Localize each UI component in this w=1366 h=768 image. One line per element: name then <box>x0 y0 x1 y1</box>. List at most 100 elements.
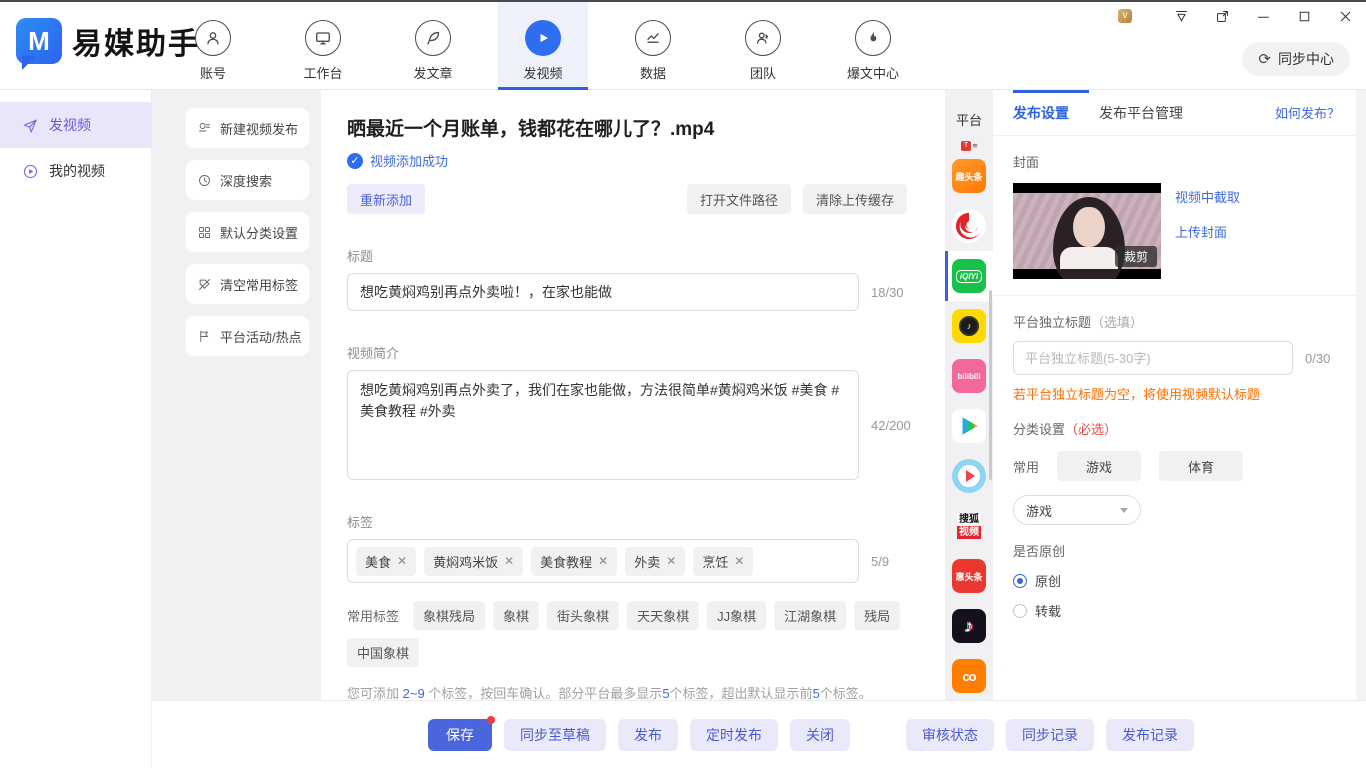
close-button[interactable]: 关闭 <box>790 719 850 751</box>
status-text: 视频添加成功 <box>370 151 448 170</box>
huitoutiao-icon: 惠头条 <box>952 559 986 593</box>
common-tag[interactable]: 天天象棋 <box>627 601 699 630</box>
sidebar-item-publish-video[interactable]: 发视频 <box>0 102 151 148</box>
tool-button-label: 清空常用标签 <box>220 275 298 294</box>
publish-button[interactable]: 发布 <box>618 719 678 751</box>
tags-count: 5/9 <box>871 554 889 569</box>
kuaishou-icon: co <box>952 659 986 693</box>
tab-publish-settings[interactable]: 发布设置 <box>1013 103 1069 123</box>
nav-item-account[interactable]: 账号 <box>168 2 258 90</box>
platform-rail: 平台 T≋ 趣头条 iQIYI ♪ bilibili <box>945 90 993 700</box>
maximize-icon[interactable] <box>1296 8 1313 25</box>
clear-upload-cache-button[interactable]: 清除上传缓存 <box>803 184 907 214</box>
default-category-button[interactable]: 默认分类设置 <box>186 212 309 252</box>
nav-label: 数据 <box>640 63 666 82</box>
common-tag[interactable]: 街头象棋 <box>547 601 619 630</box>
common-tag[interactable]: 中国象棋 <box>347 638 419 667</box>
review-status-button[interactable]: 审核状态 <box>906 719 994 751</box>
upload-cover-link[interactable]: 上传封面 <box>1175 222 1240 241</box>
sync-center-label: 同步中心 <box>1278 49 1334 69</box>
close-icon[interactable] <box>1337 8 1354 25</box>
common-tag[interactable]: 象棋 <box>493 601 539 630</box>
remove-tag-icon[interactable]: ✕ <box>734 554 744 568</box>
sync-records-button[interactable]: 同步记录 <box>1006 719 1094 751</box>
cover-thumbnail[interactable]: 裁剪 <box>1013 183 1161 279</box>
sync-to-draft-button[interactable]: 同步至草稿 <box>504 719 606 751</box>
platform-rail-scrollbar[interactable] <box>989 290 992 480</box>
toutiao-logo-icon[interactable]: T≋ <box>961 141 977 151</box>
sync-center-button[interactable]: ⟳ 同步中心 <box>1242 42 1350 76</box>
divider <box>993 295 1356 296</box>
nav-item-publish-video[interactable]: 发视频 <box>498 2 588 90</box>
platform-iqiyi[interactable]: iQIYI <box>945 251 993 301</box>
description-count: 42/200 <box>871 418 911 433</box>
theme-icon[interactable] <box>1173 8 1190 25</box>
platform-sohu-video[interactable]: 搜狐 视频 <box>945 501 993 551</box>
nav-label: 工作台 <box>303 63 342 82</box>
platform-tencent-video[interactable] <box>945 401 993 451</box>
window-scrollbar-track[interactable] <box>1356 90 1366 700</box>
platform-bilibili[interactable]: bilibili <box>945 351 993 401</box>
platform-activity-button[interactable]: 平台活动/热点 <box>186 316 309 356</box>
nav-item-team[interactable]: 团队 <box>718 2 808 90</box>
common-tag[interactable]: 江湖象棋 <box>774 601 846 630</box>
nav-item-workbench[interactable]: 工作台 <box>278 2 368 90</box>
common-tag[interactable]: JJ象棋 <box>707 601 766 630</box>
tool-button-label: 默认分类设置 <box>220 223 298 242</box>
clear-common-tags-button[interactable]: 清空常用标签 <box>186 264 309 304</box>
tab-platform-management[interactable]: 发布平台管理 <box>1099 103 1183 123</box>
scheduled-publish-button[interactable]: 定时发布 <box>690 719 778 751</box>
how-to-publish-link[interactable]: 如何发布？ <box>1275 103 1340 122</box>
remove-tag-icon[interactable]: ✕ <box>598 554 608 568</box>
new-video-publish-button[interactable]: 新建视频发布 <box>186 108 309 148</box>
common-tag[interactable]: 象棋残局 <box>413 601 485 630</box>
tag-text: 美食 <box>365 552 391 571</box>
bilibili-icon: bilibili <box>952 359 986 393</box>
category-select[interactable]: 游戏 <box>1013 495 1141 525</box>
nav-item-hot-center[interactable]: 爆文中心 <box>828 2 918 90</box>
platform-douyin[interactable]: ♪ <box>945 601 993 651</box>
publish-records-button[interactable]: 发布记录 <box>1106 719 1194 751</box>
nav-item-publish-article[interactable]: 发文章 <box>388 2 478 90</box>
platform-huitoutiao[interactable]: 惠头条 <box>945 551 993 601</box>
sidebar-item-label: 发视频 <box>49 115 91 135</box>
independent-title-input[interactable] <box>1013 341 1293 375</box>
nav-item-data[interactable]: 数据 <box>608 2 698 90</box>
nav-label: 团队 <box>750 63 776 82</box>
readd-button[interactable]: 重新添加 <box>347 184 425 214</box>
capture-from-video-link[interactable]: 视频中截取 <box>1175 187 1240 206</box>
tag-chip: 烹饪✕ <box>693 547 753 576</box>
category-button-sports[interactable]: 体育 <box>1159 451 1243 481</box>
radio-repost[interactable]: 转载 <box>1013 601 1336 620</box>
open-file-path-button[interactable]: 打开文件路径 <box>687 184 791 214</box>
description-textarea[interactable]: 想吃黄焖鸡别再点外卖了，我们在家也能做，方法很简单#黄焖鸡米饭 #美食 #美食教… <box>347 370 859 480</box>
common-tag[interactable]: 残局 <box>854 601 900 630</box>
deep-search-button[interactable]: 深度搜索 <box>186 160 309 200</box>
platform-qutoutiao[interactable]: 趣头条 <box>945 151 993 201</box>
screenshot-icon[interactable] <box>1214 8 1231 25</box>
tag-text: 外卖 <box>634 552 660 571</box>
video-file-title: 晒最近一个月账单，钱都花在哪儿了？.mp4 <box>347 114 931 141</box>
remove-tag-icon[interactable]: ✕ <box>504 554 514 568</box>
sohu-video-icon: 搜狐 视频 <box>952 509 986 543</box>
common-category-label: 常用 <box>1013 457 1039 476</box>
radio-original[interactable]: 原创 <box>1013 571 1336 590</box>
remove-tag-icon[interactable]: ✕ <box>666 554 676 568</box>
platform-haokan-video[interactable] <box>945 451 993 501</box>
platform-music[interactable]: ♪ <box>945 301 993 351</box>
upload-status: ✓ 视频添加成功 <box>347 151 931 170</box>
play-icon <box>525 20 561 56</box>
publish-panel: 发布设置 发布平台管理 如何发布？ 封面 裁剪 <box>993 90 1356 700</box>
sidebar-item-my-videos[interactable]: 我的视频 <box>0 148 151 194</box>
independent-title-label: 平台独立标题（选填） <box>1013 312 1336 331</box>
douyin-icon: ♪ <box>952 609 986 643</box>
crop-button[interactable]: 裁剪 <box>1115 246 1157 267</box>
platform-kuaishou[interactable]: co <box>945 651 993 700</box>
save-button[interactable]: 保存 <box>428 719 492 751</box>
category-button-game[interactable]: 游戏 <box>1057 451 1141 481</box>
remove-tag-icon[interactable]: ✕ <box>397 554 407 568</box>
tags-input[interactable]: 美食✕ 黄焖鸡米饭✕ 美食教程✕ 外卖✕ 烹饪✕ <box>347 539 859 583</box>
platform-ifeng[interactable] <box>945 201 993 251</box>
minimize-icon[interactable] <box>1255 8 1272 25</box>
title-input[interactable] <box>347 273 859 311</box>
